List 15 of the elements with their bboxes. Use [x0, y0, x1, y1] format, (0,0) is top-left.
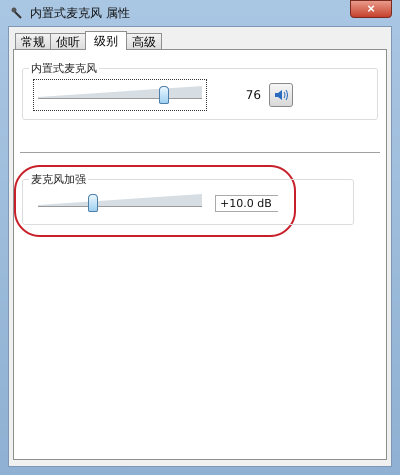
tab[interactable]: 级别: [85, 31, 127, 50]
mute-button[interactable]: [269, 83, 293, 107]
microphone-icon: [10, 6, 24, 20]
tab[interactable]: 高级: [126, 33, 162, 49]
window-title: 内置式麦克风 属性: [30, 4, 131, 22]
slider-thumb[interactable]: [158, 86, 169, 104]
speaker-icon: [274, 89, 288, 101]
group-title: 内置式麦克风: [29, 61, 99, 76]
tab[interactable]: 侦听: [50, 33, 86, 49]
volume-value: 76: [244, 88, 261, 102]
boost-value: +10.0 dB: [215, 194, 278, 212]
slider[interactable]: [33, 79, 207, 111]
group-title: 麦克风加强: [29, 172, 88, 187]
tab[interactable]: 常规: [15, 33, 51, 49]
slider-thumb[interactable]: [88, 194, 98, 212]
